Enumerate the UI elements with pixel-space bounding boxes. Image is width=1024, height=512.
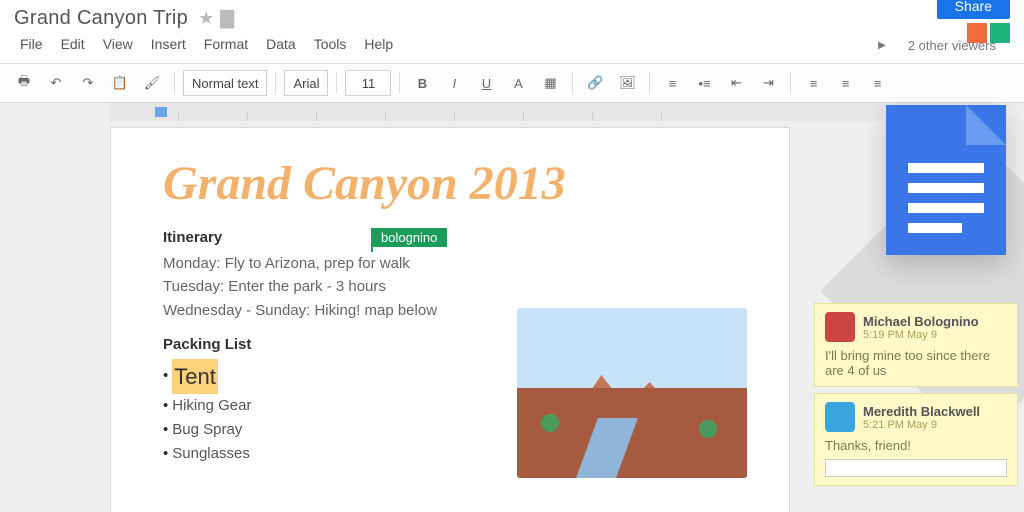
comment-time: 5:21 PM May 9 <box>863 419 980 431</box>
align-left-icon[interactable]: ≡ <box>799 69 827 97</box>
link-icon[interactable]: 🔗 <box>581 69 609 97</box>
comment-text: I'll bring mine too since there are 4 of… <box>825 348 1007 378</box>
itinerary-line-1[interactable]: Monday: Fly to Arizona, prep for walk <box>163 252 737 275</box>
doc-headline[interactable]: Grand Canyon 2013 <box>163 156 737 211</box>
font-size-select[interactable]: 11 <box>345 70 391 96</box>
document-canvas: Grand Canyon 2013 bolognino Itinerary Mo… <box>0 103 1024 512</box>
bold-icon[interactable]: B <box>408 69 436 97</box>
indent-icon[interactable]: ⇥ <box>754 69 782 97</box>
text-color-icon[interactable]: A <box>504 69 532 97</box>
comment-card[interactable]: Meredith Blackwell 5:21 PM May 9 Thanks,… <box>814 393 1018 486</box>
share-button[interactable]: Share <box>937 0 1010 19</box>
collaborator-cursor: bolognino <box>371 230 373 252</box>
packing-item-4[interactable]: Sunglasses <box>172 442 250 466</box>
menu-help[interactable]: Help <box>356 34 401 57</box>
menu-insert[interactable]: Insert <box>143 34 194 57</box>
toolbar: 🖶 ↶ ↷ 📋 🖌 Normal text Arial 11 B I U A ▦… <box>0 63 1024 103</box>
menu-bar: File Edit View Insert Format Data Tools … <box>0 32 1024 63</box>
align-center-icon[interactable]: ≡ <box>831 69 859 97</box>
collaborator-label: bolognino <box>371 228 447 247</box>
font-family-select[interactable]: Arial <box>284 70 328 96</box>
viewers-text[interactable]: 2 other viewers <box>900 36 1004 55</box>
google-docs-logo-icon <box>886 105 1006 255</box>
print-icon[interactable]: 🖶 <box>10 69 38 97</box>
comment-text: Thanks, friend! <box>825 438 1007 453</box>
align-right-icon[interactable]: ≡ <box>863 69 891 97</box>
packing-item-1[interactable]: Tent <box>172 359 218 394</box>
image-icon[interactable]: 🖼 <box>613 69 641 97</box>
viewers-caret-icon[interactable]: ▶ <box>870 38 894 53</box>
outdent-icon[interactable]: ⇤ <box>722 69 750 97</box>
menu-format[interactable]: Format <box>196 34 256 57</box>
numbered-list-icon[interactable]: ≡ <box>658 69 686 97</box>
clipboard-icon[interactable]: 📋 <box>106 69 134 97</box>
comment-card[interactable]: Michael Bolognino 5:19 PM May 9 I'll bri… <box>814 303 1018 387</box>
paragraph-style-select[interactable]: Normal text <box>183 70 267 96</box>
highlight-icon[interactable]: ▦ <box>536 69 564 97</box>
avatar <box>825 312 855 342</box>
paint-format-icon[interactable]: 🖌 <box>138 69 166 97</box>
menu-view[interactable]: View <box>95 34 141 57</box>
undo-icon[interactable]: ↶ <box>42 69 70 97</box>
menu-data[interactable]: Data <box>258 34 304 57</box>
ruler[interactable] <box>110 103 1000 121</box>
italic-icon[interactable]: I <box>440 69 468 97</box>
comment-time: 5:19 PM May 9 <box>863 329 979 341</box>
avatar <box>825 402 855 432</box>
itinerary-line-2[interactable]: Tuesday: Enter the park - 3 hours <box>163 275 737 298</box>
menu-edit[interactable]: Edit <box>53 34 93 57</box>
packing-item-3[interactable]: Bug Spray <box>172 418 242 442</box>
star-icon[interactable]: ★ <box>198 8 214 29</box>
comment-author: Meredith Blackwell <box>863 404 980 419</box>
menu-file[interactable]: File <box>12 34 51 57</box>
indent-marker-left[interactable] <box>155 107 167 117</box>
underline-icon[interactable]: U <box>472 69 500 97</box>
inline-image[interactable] <box>517 308 747 478</box>
comment-reply-input[interactable] <box>825 459 1007 477</box>
packing-item-2[interactable]: Hiking Gear <box>172 394 251 418</box>
document-title[interactable]: Grand Canyon Trip <box>14 7 188 30</box>
comment-thread: Michael Bolognino 5:19 PM May 9 I'll bri… <box>814 303 1018 486</box>
bulleted-list-icon[interactable]: •≡ <box>690 69 718 97</box>
folder-icon[interactable]: ▇ <box>220 8 234 29</box>
comment-author: Michael Bolognino <box>863 314 979 329</box>
page[interactable]: Grand Canyon 2013 bolognino Itinerary Mo… <box>110 127 790 512</box>
menu-tools[interactable]: Tools <box>306 34 355 57</box>
redo-icon[interactable]: ↷ <box>74 69 102 97</box>
itinerary-heading[interactable]: Itinerary <box>163 229 737 246</box>
